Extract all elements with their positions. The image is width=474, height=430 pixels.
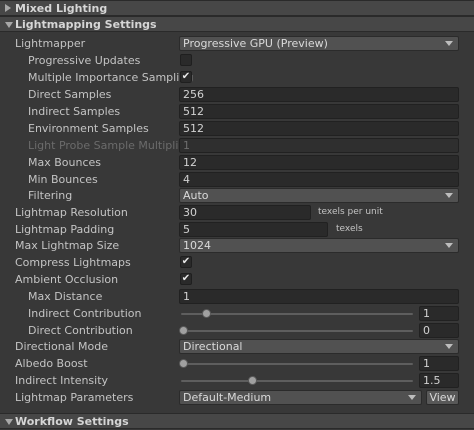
- max-bounces-field[interactable]: 12: [179, 155, 459, 170]
- lightmap-resolution-field[interactable]: 30: [179, 205, 311, 220]
- section-mixed-lighting[interactable]: Mixed Lighting: [0, 0, 474, 16]
- compress-lightmaps-checkbox[interactable]: ✔: [180, 256, 192, 268]
- environment-samples-label: Environment Samples: [28, 122, 149, 135]
- lightmap-padding-unit: texels: [336, 224, 363, 234]
- min-bounces-field[interactable]: 4: [179, 172, 459, 187]
- chevron-down-icon: [445, 344, 453, 349]
- ambient-occlusion-label: Ambient Occlusion: [15, 273, 119, 286]
- direct-samples-field[interactable]: 256: [179, 87, 459, 102]
- directional-mode-value: Directional: [183, 340, 243, 353]
- min-bounces-label: Min Bounces: [28, 173, 98, 186]
- lightmap-parameters-label: Lightmap Parameters: [15, 391, 134, 404]
- lightmapper-value: Progressive GPU (Preview): [183, 37, 328, 50]
- light-probe-multiplier-label: Light Probe Sample Multiplier: [28, 139, 190, 152]
- albedo-boost-slider-track[interactable]: [181, 363, 413, 365]
- indirect-intensity-slider-knob[interactable]: [248, 376, 258, 385]
- lightmap-padding-label: Lightmap Padding: [15, 223, 115, 236]
- lightmap-resolution-unit: texels per unit: [318, 207, 383, 217]
- max-bounces-label: Max Bounces: [28, 156, 102, 169]
- lightmap-parameters-value: Default-Medium: [183, 391, 272, 404]
- row-progressive-updates: Progressive Updates: [0, 52, 474, 69]
- row-lightmapper: Lightmapper Progressive GPU (Preview): [0, 35, 474, 52]
- chevron-down-icon: [445, 243, 453, 248]
- directional-mode-dropdown[interactable]: Directional: [179, 339, 459, 354]
- row-indirect-intensity: Indirect Intensity 1.5: [0, 372, 474, 389]
- max-distance-label: Max Distance: [28, 290, 103, 303]
- checkmark-icon: ✔: [181, 71, 191, 82]
- light-probe-multiplier-field: 1: [179, 138, 459, 153]
- lightmap-parameters-dropdown[interactable]: Default-Medium: [179, 390, 422, 405]
- row-compress-lightmaps: Compress Lightmaps ✔: [0, 254, 474, 271]
- chevron-down-icon: [445, 193, 453, 198]
- row-max-bounces: Max Bounces 12: [0, 154, 474, 171]
- row-light-probe-multiplier: Light Probe Sample Multiplier 1: [0, 137, 474, 154]
- max-lightmap-size-label: Max Lightmap Size: [15, 239, 120, 252]
- environment-samples-field[interactable]: 512: [179, 121, 459, 136]
- chevron-down-icon: [408, 395, 416, 400]
- section-title: Workflow Settings: [15, 415, 129, 428]
- indirect-intensity-label: Indirect Intensity: [15, 374, 109, 387]
- albedo-boost-field[interactable]: 1: [419, 356, 459, 371]
- indirect-samples-field[interactable]: 512: [179, 104, 459, 119]
- row-ambient-occlusion: Ambient Occlusion ✔: [0, 271, 474, 288]
- max-distance-field[interactable]: 1: [179, 289, 459, 304]
- progressive-updates-checkbox[interactable]: [180, 54, 192, 66]
- row-min-bounces: Min Bounces 4: [0, 171, 474, 188]
- row-directional-mode: Directional Mode Directional: [0, 338, 474, 355]
- filtering-label: Filtering: [28, 189, 73, 202]
- triangle-down-icon: [5, 419, 13, 425]
- max-lightmap-size-value: 1024: [183, 239, 211, 252]
- ambient-occlusion-checkbox[interactable]: ✔: [180, 273, 192, 285]
- direct-contribution-slider-track[interactable]: [181, 330, 413, 332]
- row-filtering: Filtering Auto: [0, 187, 474, 204]
- lightmapper-label: Lightmapper: [15, 37, 86, 50]
- section-title: Mixed Lighting: [15, 2, 108, 15]
- triangle-right-icon: [5, 4, 11, 12]
- row-indirect-samples: Indirect Samples 512: [0, 103, 474, 120]
- row-albedo-boost: Albedo Boost 1: [0, 355, 474, 372]
- direct-contribution-field[interactable]: 0: [419, 323, 459, 338]
- direct-contribution-slider-knob[interactable]: [178, 326, 188, 335]
- indirect-contribution-slider-track[interactable]: [181, 313, 413, 315]
- indirect-intensity-field[interactable]: 1.5: [419, 373, 459, 388]
- directional-mode-label: Directional Mode: [15, 340, 108, 353]
- row-max-distance: Max Distance 1: [0, 288, 474, 305]
- indirect-contribution-slider-knob[interactable]: [201, 309, 211, 318]
- mis-checkbox[interactable]: ✔: [180, 71, 192, 83]
- section-workflow-settings[interactable]: Workflow Settings: [0, 413, 474, 429]
- lightmapper-dropdown[interactable]: Progressive GPU (Preview): [179, 36, 459, 51]
- section-title: Lightmapping Settings: [15, 18, 157, 31]
- row-environment-samples: Environment Samples 512: [0, 120, 474, 137]
- row-direct-contribution: Direct Contribution 0: [0, 322, 474, 339]
- chevron-down-icon: [445, 41, 453, 46]
- indirect-contribution-field[interactable]: 1: [419, 306, 459, 321]
- compress-lightmaps-label: Compress Lightmaps: [15, 256, 131, 269]
- row-max-lightmap-size: Max Lightmap Size 1024: [0, 237, 474, 254]
- section-lightmapping-settings[interactable]: Lightmapping Settings: [0, 16, 474, 32]
- albedo-boost-slider-knob[interactable]: [178, 359, 188, 368]
- mis-label: Multiple Importance Sampling: [28, 71, 194, 84]
- max-lightmap-size-dropdown[interactable]: 1024: [179, 238, 459, 253]
- row-indirect-contribution: Indirect Contribution 1: [0, 305, 474, 322]
- indirect-intensity-slider-track[interactable]: [181, 380, 413, 382]
- direct-samples-label: Direct Samples: [28, 88, 112, 101]
- view-button[interactable]: View: [426, 390, 459, 405]
- indirect-samples-label: Indirect Samples: [28, 105, 121, 118]
- filtering-dropdown[interactable]: Auto: [179, 188, 459, 203]
- albedo-boost-label: Albedo Boost: [15, 357, 88, 370]
- row-direct-samples: Direct Samples 256: [0, 86, 474, 103]
- row-mis: Multiple Importance Sampling ✔: [0, 69, 474, 86]
- checkmark-icon: ✔: [181, 256, 191, 267]
- direct-contribution-label: Direct Contribution: [28, 324, 133, 337]
- lightmap-resolution-label: Lightmap Resolution: [15, 206, 128, 219]
- checkmark-icon: ✔: [181, 273, 191, 284]
- triangle-down-icon: [5, 22, 13, 28]
- row-lightmap-parameters: Lightmap Parameters Default-Medium View: [0, 389, 474, 406]
- indirect-contribution-label: Indirect Contribution: [28, 307, 142, 320]
- progressive-updates-label: Progressive Updates: [28, 54, 141, 67]
- row-lightmap-padding: Lightmap Padding 5 texels: [0, 221, 474, 238]
- lightmap-padding-field[interactable]: 5: [179, 222, 328, 237]
- filtering-value: Auto: [183, 189, 209, 202]
- row-lightmap-resolution: Lightmap Resolution 30 texels per unit: [0, 204, 474, 221]
